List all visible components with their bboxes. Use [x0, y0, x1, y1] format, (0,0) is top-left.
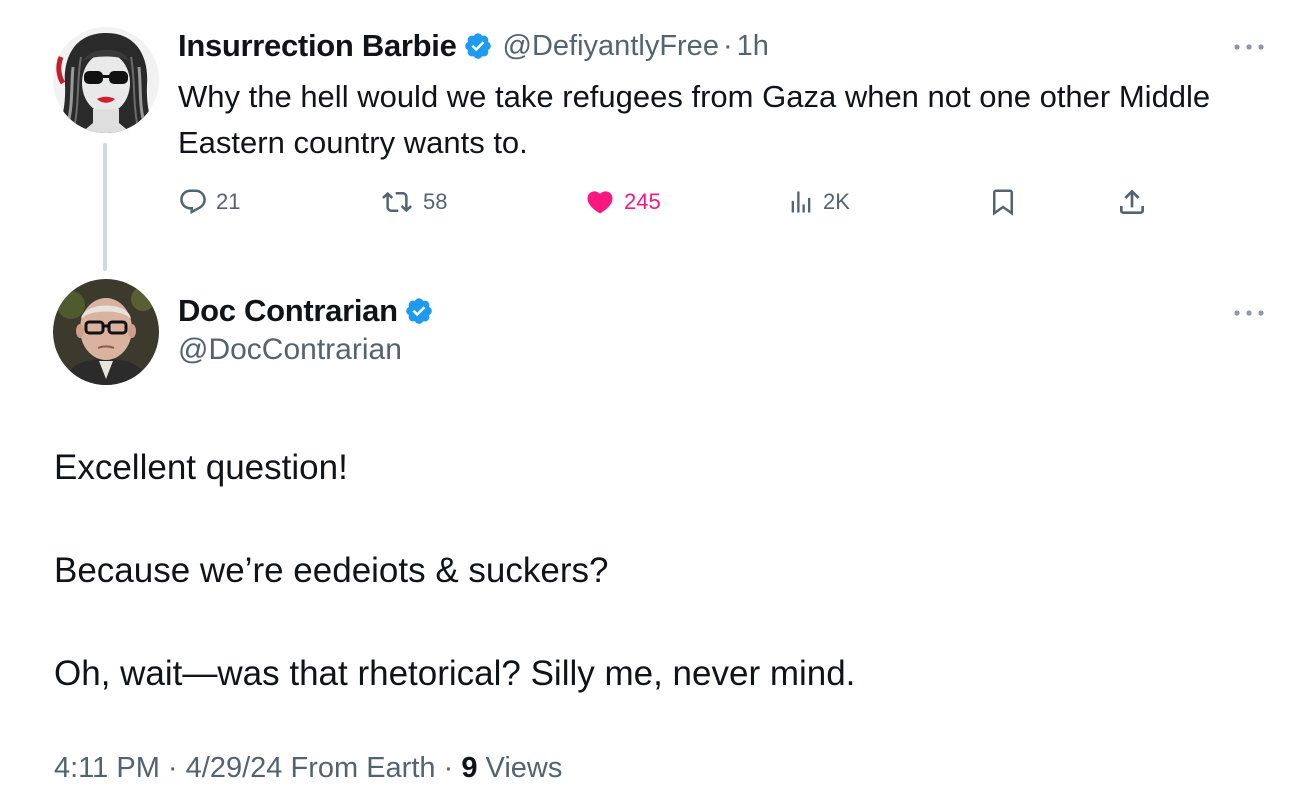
repost-count: 58 [423, 189, 448, 214]
parent-author-handle[interactable]: @DefiyantlyFree [503, 30, 719, 63]
views-icon [787, 187, 815, 217]
reply-action[interactable]: 21 [178, 183, 240, 221]
tweet-date[interactable]: 4/29/24 [186, 752, 283, 784]
heart-filled-icon [584, 187, 616, 217]
reply-icon [178, 187, 208, 217]
verified-badge-icon[interactable] [463, 31, 493, 61]
reply-author-handle[interactable]: @DocContrarian [178, 333, 402, 367]
parent-tweet-header: Insurrection Barbie @DefiyantlyFree · 1h [178, 26, 769, 66]
like-action[interactable]: 245 [584, 183, 661, 221]
bookmark-action[interactable] [988, 183, 1018, 221]
meta-separator: · [167, 752, 178, 784]
reply-text-paragraph: Excellent question! [54, 448, 348, 487]
views-action[interactable]: 2K [787, 183, 850, 221]
more-options-icon[interactable] [1233, 40, 1265, 52]
views-label[interactable]: Views [486, 752, 563, 784]
more-options-icon[interactable] [1233, 306, 1265, 318]
tweet-meta: 4:11 PM · 4/29/24 From Earth · 9 Views [54, 752, 562, 785]
tweet-source: From Earth [290, 752, 436, 784]
repost-icon [379, 187, 415, 217]
parent-author-avatar[interactable] [53, 27, 159, 133]
meta-separator: · [443, 752, 454, 784]
like-count: 245 [624, 189, 661, 214]
parent-tweet-time[interactable]: 1h [737, 30, 769, 63]
thread-connector-line [103, 143, 107, 271]
reply-text-paragraph: Oh, wait—was that rhetorical? Silly me, … [54, 654, 856, 693]
reply-text-paragraph: Because we’re eedeiots & suckers? [54, 551, 609, 590]
view-count: 2K [823, 189, 850, 214]
reply-author-header: Doc Contrarian [178, 290, 444, 332]
repost-action[interactable]: 58 [379, 183, 447, 221]
tweet-time[interactable]: 4:11 PM [54, 752, 160, 784]
share-icon [1116, 186, 1148, 218]
reply-count: 21 [216, 189, 241, 214]
verified-badge-icon[interactable] [404, 296, 434, 326]
reply-author-name[interactable]: Doc Contrarian [178, 293, 398, 329]
parent-tweet-text: Why the hell would we take refugees from… [178, 79, 1211, 160]
share-action[interactable] [1116, 183, 1148, 221]
parent-author-name[interactable]: Insurrection Barbie [178, 28, 457, 64]
bookmark-icon [988, 186, 1018, 218]
header-separator: · [722, 29, 733, 62]
views-count[interactable]: 9 [461, 752, 477, 784]
reply-author-avatar[interactable] [53, 279, 159, 385]
